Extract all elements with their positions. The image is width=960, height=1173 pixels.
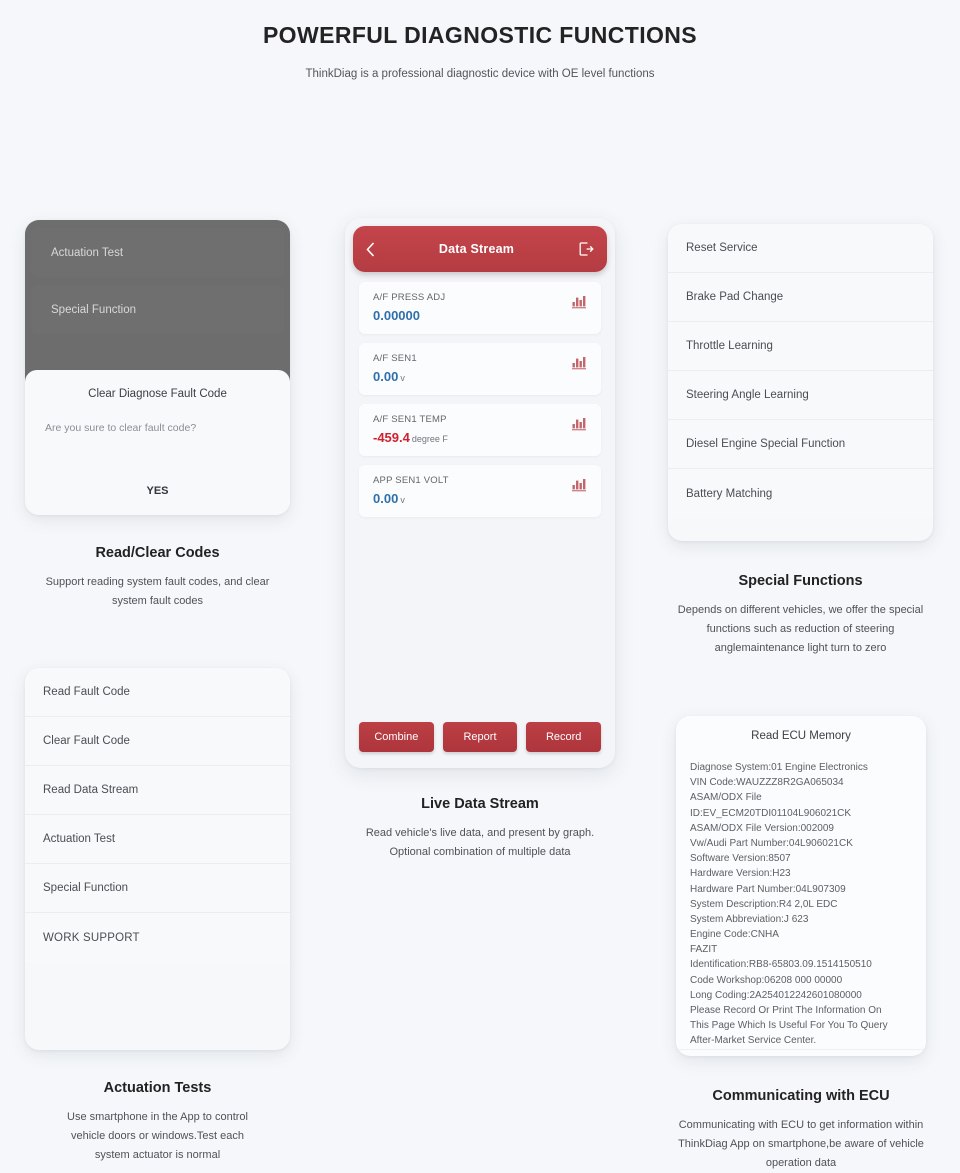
bar-chart-icon[interactable]	[572, 295, 587, 314]
caption-title: Communicating with ECU	[712, 1088, 890, 1104]
ecu-line: Long Coding:2A254012242601080000	[690, 989, 862, 1001]
caption-title: Read/Clear Codes	[95, 545, 220, 561]
caption-live-data-stream: Live Data Stream Read vehicle's live dat…	[345, 796, 615, 862]
ecu-dialog-title: Read ECU Memory	[751, 730, 851, 742]
report-button[interactable]: Report	[442, 722, 518, 752]
caption-title: Actuation Tests	[103, 1080, 212, 1096]
special-functions-list: Reset Service Brake Pad Change Throttle …	[668, 224, 933, 518]
page-subtitle: ThinkDiag is a professional diagnostic d…	[305, 68, 655, 80]
ecu-line: VIN Code:WAUZZZ8R2GA065034	[690, 777, 844, 789]
caption-text: Use smartphone in the App to control veh…	[67, 1111, 248, 1161]
data-stream-rows: A/F PRESS ADJ 0.00000 A/F SEN1 0.00 v A/…	[345, 272, 615, 526]
list-item[interactable]: Reset Service	[668, 224, 933, 273]
ecu-line: FAZIT	[690, 944, 718, 956]
caption-communicating-with-ecu: Communicating with ECU Communicating wit…	[676, 1088, 926, 1173]
ecu-line: Engine Code:CNHA	[690, 929, 779, 941]
feature-cards-board: Actuation Test Special Function Clear Di…	[0, 80, 960, 1169]
page-header: POWERFUL DIAGNOSTIC FUNCTIONS ThinkDiag …	[0, 0, 960, 80]
card-communicating-with-ecu: Read ECU Memory Diagnose System:01 Engin…	[676, 716, 926, 1173]
data-row-value: 0.00000	[373, 308, 420, 323]
data-row-label: A/F SEN1	[373, 353, 417, 364]
ecu-memory-lines: Diagnose System:01 Engine Electronics VI…	[676, 760, 926, 1049]
bar-chart-icon[interactable]	[572, 478, 587, 497]
data-stream-header: Data Stream	[353, 226, 607, 272]
ecu-line: After-Market Service Center.	[690, 1035, 817, 1047]
list-item[interactable]: Special Function	[31, 285, 284, 334]
list-item[interactable]: Read Data Stream	[25, 766, 290, 815]
clear-fault-code-dialog: Clear Diagnose Fault Code Are you sure t…	[25, 370, 290, 515]
list-item[interactable]: Throttle Learning	[668, 322, 933, 371]
combine-button[interactable]: Combine	[359, 722, 434, 752]
phone-mock-read-clear-codes: Actuation Test Special Function Clear Di…	[25, 220, 290, 515]
caption-special-functions: Special Functions Depends on different v…	[668, 573, 933, 658]
dialog-yes-button[interactable]: YES	[25, 474, 290, 508]
list-item[interactable]: Battery Matching	[668, 469, 933, 518]
list-item[interactable]: Brake Pad Change	[668, 273, 933, 322]
data-stream-empty-space	[345, 526, 615, 722]
phone-mock-special-functions: Reset Service Brake Pad Change Throttle …	[668, 224, 933, 541]
dialog-no-button[interactable]: NO	[25, 508, 290, 515]
dimmed-menu-list: Actuation Test Special Function	[25, 220, 290, 382]
ecu-line: This Page Which Is Useful For You To Que…	[690, 1020, 888, 1032]
data-stream-row[interactable]: A/F SEN1 0.00 v	[359, 343, 601, 395]
data-row-label: A/F PRESS ADJ	[373, 292, 446, 303]
dialog-title: Clear Diagnose Fault Code	[88, 388, 227, 400]
phone-mock-data-stream: Data Stream A/F PRESS ADJ 0.00000 A/F SE…	[345, 218, 615, 768]
card-live-data-stream: Data Stream A/F PRESS ADJ 0.00000 A/F SE…	[345, 218, 615, 862]
phone-mock-actuation-tests: Read Fault Code Clear Fault Code Read Da…	[25, 668, 290, 1050]
data-row-label: APP SEN1 VOLT	[373, 475, 449, 486]
caption-read-clear-codes: Read/Clear Codes Support reading system …	[25, 545, 290, 611]
ecu-line: ASAM/ODX File	[690, 792, 762, 804]
list-item[interactable]: Special Function	[25, 864, 290, 913]
list-item[interactable]: Diesel Engine Special Function	[668, 420, 933, 469]
data-row-value: 0.00 v	[373, 369, 405, 384]
data-row-value: 0.00 v	[373, 491, 405, 506]
data-stream-row[interactable]: A/F PRESS ADJ 0.00000	[359, 282, 601, 334]
ecu-line: Hardware Version:H23	[690, 868, 791, 880]
ecu-line: Diagnose System:01 Engine Electronics	[690, 762, 868, 773]
bar-chart-icon[interactable]	[572, 417, 587, 436]
exit-icon[interactable]	[578, 241, 594, 257]
data-row-label: A/F SEN1 TEMP	[373, 414, 447, 425]
phone-mock-read-ecu-memory: Read ECU Memory Diagnose System:01 Engin…	[676, 716, 926, 1056]
ecu-line: Software Version:8507	[690, 853, 791, 865]
data-row-value: -459.4 degree F	[373, 430, 448, 445]
card-special-functions: Reset Service Brake Pad Change Throttle …	[668, 224, 933, 658]
list-item[interactable]: Read Fault Code	[25, 668, 290, 717]
caption-title: Live Data Stream	[421, 796, 539, 812]
ecu-line: Please Record Or Print The Information O…	[690, 1005, 882, 1016]
chevron-left-icon[interactable]	[366, 241, 375, 257]
card-actuation-tests: Read Fault Code Clear Fault Code Read Da…	[25, 668, 290, 1165]
list-item[interactable]: Steering Angle Learning	[668, 371, 933, 420]
caption-text: Depends on different vehicles, we offer …	[677, 604, 924, 654]
ecu-line: System Abbreviation:J 623	[690, 913, 809, 925]
caption-actuation-tests: Actuation Tests Use smartphone in the Ap…	[25, 1080, 290, 1165]
card-read-clear-codes: Actuation Test Special Function Clear Di…	[25, 220, 290, 611]
data-stream-title: Data Stream	[438, 242, 515, 256]
ecu-line: ASAM/ODX File Version:002009	[690, 822, 834, 834]
caption-text: Read vehicle's live data, and present by…	[365, 827, 595, 858]
ecu-line: Hardware Part Number:04L907309	[690, 883, 846, 895]
ecu-ok-button[interactable]: OK	[676, 1048, 926, 1056]
ecu-line: Identification:RB8-65803.09.1514150510	[690, 959, 872, 971]
data-stream-action-buttons: Combine Report Record	[345, 722, 615, 768]
dialog-message: Are you sure to clear fault code?	[45, 422, 197, 434]
ecu-line: System Description:R4 2,0L EDC	[690, 898, 838, 910]
ecu-line: ID:EV_ECM20TDI01104L906021CK	[690, 807, 852, 819]
data-stream-row[interactable]: A/F SEN1 TEMP -459.4 degree F	[359, 404, 601, 456]
actuation-menu-list: Read Fault Code Clear Fault Code Read Da…	[25, 668, 290, 962]
list-item[interactable]: Clear Fault Code	[25, 717, 290, 766]
ecu-line: Code Workshop:06208 000 00000	[690, 974, 843, 986]
caption-text: Communicating with ECU to get informatio…	[678, 1119, 924, 1169]
data-stream-row[interactable]: APP SEN1 VOLT 0.00 v	[359, 465, 601, 517]
bar-chart-icon[interactable]	[572, 356, 587, 375]
caption-title: Special Functions	[738, 573, 863, 589]
ecu-line: Vw/Audi Part Number:04L906021CK	[690, 837, 853, 849]
caption-text: Support reading system fault codes, and …	[45, 576, 270, 607]
record-button[interactable]: Record	[526, 722, 602, 752]
list-item[interactable]: Actuation Test	[31, 228, 284, 277]
page-title: POWERFUL DIAGNOSTIC FUNCTIONS	[262, 22, 698, 48]
list-item[interactable]: WORK SUPPORT	[25, 913, 290, 962]
list-item[interactable]: Actuation Test	[25, 815, 290, 864]
